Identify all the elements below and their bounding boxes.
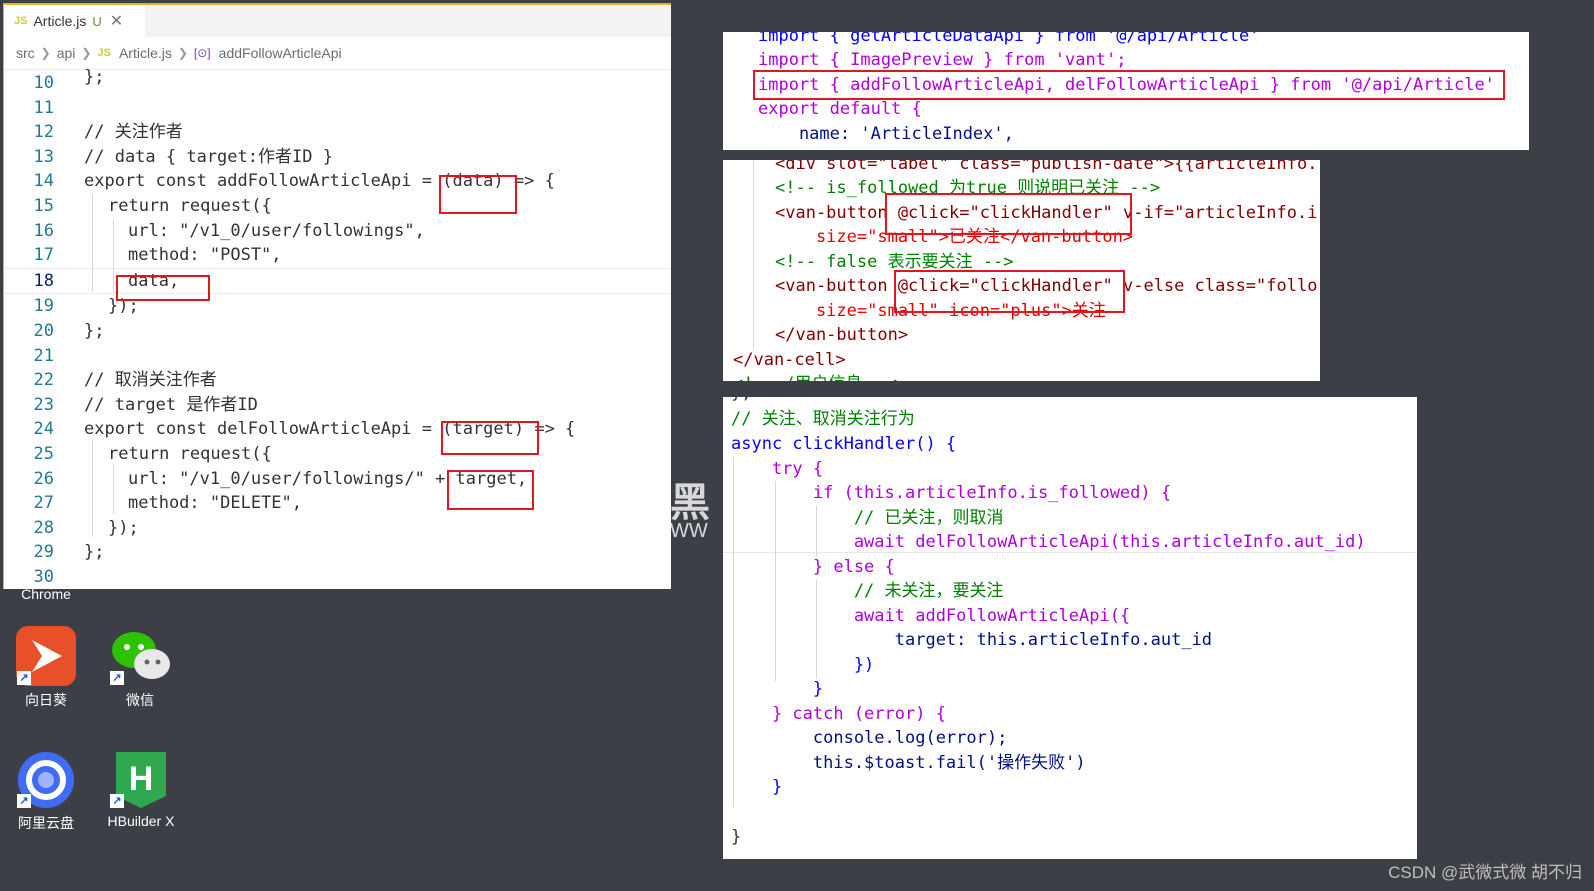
- code-line: 12// 关注作者: [33, 122, 183, 143]
- code-line: 25 return request({: [33, 443, 272, 464]
- code-line: // 关注、取消关注行为: [731, 409, 915, 429]
- tab-article-js[interactable]: JS Article.js U ✕: [4, 5, 145, 37]
- highlight-box: [439, 175, 517, 214]
- desktop-label-aliyun-drive[interactable]: 阿里云盘: [8, 813, 84, 833]
- code-line: import { ImagePreview } from 'vant';: [758, 50, 1127, 70]
- code-line: 13// data { target:作者ID }: [33, 146, 333, 167]
- shortcut-arrow-icon: ↗: [17, 794, 31, 808]
- desktop-label-chrome[interactable]: Chrome: [14, 586, 78, 602]
- code-line: // 未关注，要关注: [731, 581, 1004, 601]
- indent-guide: [753, 160, 754, 350]
- highlight-box: [116, 275, 210, 301]
- breadcrumb-symbol[interactable]: addFollowArticleApi: [219, 45, 342, 61]
- indent-guide: [816, 506, 817, 556]
- untracked-status: U: [92, 13, 102, 29]
- code-line: } catch (error) {: [731, 704, 946, 724]
- code-line: 15 return request({: [33, 195, 272, 216]
- code-line: 22// 取消关注作者: [33, 370, 217, 391]
- code-line: 21: [33, 345, 54, 366]
- code-line: 28});: [33, 517, 139, 538]
- code-line: </van-cell>: [733, 350, 846, 370]
- code-line: await delFollowArticleApi(this.articleIn…: [731, 532, 1366, 552]
- code-line: 19});: [33, 296, 139, 317]
- js-file-icon: JS: [14, 15, 28, 27]
- highlight-box: [441, 421, 539, 455]
- code-line: 29};: [33, 542, 105, 563]
- highlight-box: [447, 470, 534, 510]
- code-line: } else {: [731, 557, 895, 577]
- code-line: if (this.articleInfo.is_followed) {: [731, 483, 1172, 503]
- breadcrumb-api[interactable]: api: [57, 45, 76, 61]
- symbol-variable-icon: [⊙]: [193, 46, 211, 60]
- csdn-watermark: CSDN @武微式微 胡不归: [1388, 863, 1582, 882]
- code-line: 27 method: "DELETE",: [33, 493, 302, 514]
- svg-text:H: H: [129, 760, 154, 798]
- code-snippet-template: <div slot="label" class="publish-date">{…: [723, 160, 1320, 381]
- breadcrumb-src[interactable]: src: [16, 45, 35, 61]
- code-line: 23// target 是作者ID: [33, 394, 258, 415]
- code-line: console.log(error);: [731, 728, 1008, 748]
- code-area[interactable]: 10}; 11 12// 关注作者 13// data { target:作者I…: [4, 67, 671, 589]
- desktop-label-sunflower[interactable]: 向日葵: [8, 690, 84, 710]
- code-line: target: this.articleInfo.aut_id: [731, 630, 1213, 650]
- highlight-box: [753, 70, 1505, 100]
- code-line: 24 export const delFollowArticleApi = (ta…: [33, 419, 576, 440]
- breadcrumb-file[interactable]: Article.js: [119, 45, 172, 61]
- code-line: 30: [33, 566, 54, 587]
- code-line: import { getArticleDataApi } from '@/api…: [758, 32, 1260, 46]
- code-line: this.$toast.fail('操作失败'): [731, 753, 1086, 773]
- tab-bar: JS Article.js U ✕: [4, 5, 671, 37]
- code-line: }: [731, 827, 742, 847]
- code-line-active: 18 data,: [4, 267, 671, 295]
- shortcut-arrow-icon: ↗: [110, 671, 124, 685]
- code-line: export default {: [758, 99, 922, 119]
- code-line: }: [731, 777, 783, 797]
- highlight-box: [894, 270, 1125, 313]
- shortcut-arrow-icon: ↗: [110, 794, 124, 808]
- code-line: // 已关注，则取消: [731, 508, 1004, 528]
- code-snippet-handler: }, // 关注、取消关注行为 async clickHandler() { t…: [723, 397, 1417, 859]
- tab-filename: Article.js: [33, 13, 87, 29]
- code-line: },: [731, 397, 751, 406]
- code-line: 14 export const addFollowArticleApi = (da…: [33, 171, 555, 192]
- close-tab-icon[interactable]: ✕: [110, 11, 123, 31]
- code-editor-window: JS Article.js U ✕ src ❯ api ❯ JS Article…: [3, 3, 671, 589]
- chevron-right-icon: ❯: [81, 46, 92, 60]
- code-line: 16 url: "/v1_0/user/followings",: [33, 220, 425, 241]
- watermark: 黑 WW: [670, 481, 710, 542]
- code-line: 20};: [33, 320, 105, 341]
- code-line: name: 'ArticleIndex',: [758, 124, 1014, 144]
- desktop-label-wechat[interactable]: 微信: [102, 690, 178, 710]
- code-line: try {: [731, 459, 824, 479]
- indent-guide: [733, 457, 734, 807]
- code-line: await addFollowArticleApi({: [731, 606, 1131, 626]
- code-line: }: [731, 679, 824, 699]
- indent-guide: [775, 481, 776, 681]
- chevron-right-icon: ❯: [40, 46, 51, 60]
- js-file-icon: JS: [97, 47, 111, 59]
- code-line: 17 method: "POST",: [33, 245, 282, 266]
- code-line: </van-button>: [775, 325, 909, 345]
- indent-guide: [816, 579, 817, 679]
- code-snippet-imports: import { getArticleDataApi } from '@/api…: [723, 32, 1529, 150]
- highlight-box: [885, 193, 1132, 235]
- code-line: 26 url: "/v1_0/user/followings/" + target…: [33, 468, 528, 489]
- code-line: 11: [33, 97, 54, 118]
- code-line: }): [731, 655, 875, 675]
- code-line: 10};: [33, 67, 105, 93]
- chevron-right-icon: ❯: [177, 46, 188, 60]
- active-line-border: [723, 552, 1417, 553]
- code-line: async clickHandler() {: [731, 434, 957, 454]
- shortcut-arrow-icon: ↗: [17, 671, 31, 685]
- code-line: <!-- /用户信息 -->: [733, 372, 903, 381]
- code-line: <div slot="label" class="publish-date">{…: [775, 160, 1318, 174]
- desktop-label-hbuilderx[interactable]: HBuilder X: [96, 813, 186, 829]
